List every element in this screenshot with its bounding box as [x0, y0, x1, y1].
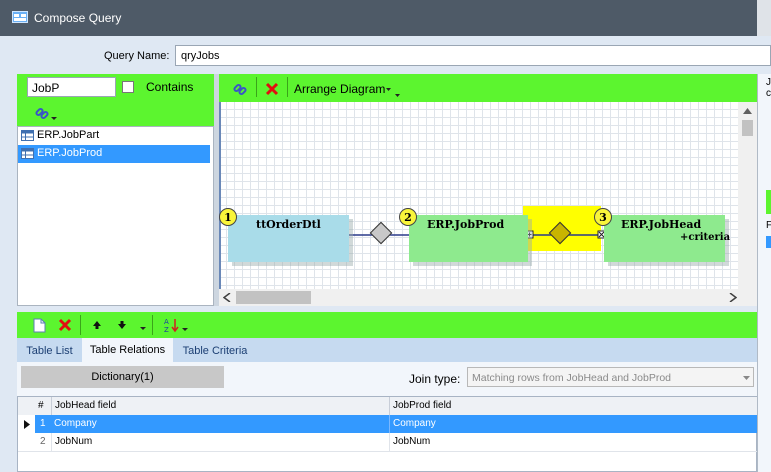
node-title: ERP.JobProd — [427, 218, 505, 231]
tab-label: Table Criteria — [182, 345, 248, 357]
right-panel-selection — [766, 236, 771, 248]
table-icon — [21, 148, 34, 159]
arrow-down-icon — [118, 321, 126, 329]
node-number-badge: 1 — [219, 208, 237, 226]
node-criteria-label: +criteria — [680, 232, 731, 243]
table-row[interactable]: 2 JobNum JobNum — [18, 433, 757, 452]
table-node-jobhead[interactable]: ERP.JobHead +criteria — [604, 215, 730, 262]
contains-label: Contains — [146, 80, 194, 94]
link-icon — [233, 83, 247, 96]
scroll-left-icon[interactable] — [223, 293, 231, 302]
dropdown-arrow-icon — [386, 88, 401, 97]
window-icon — [12, 11, 28, 23]
delete-icon — [58, 318, 72, 332]
title-bar: Compose Query — [0, 0, 771, 36]
grid-header-row: # JobHead field JobProd field — [18, 397, 757, 416]
join-type-select[interactable]: Matching rows from JobHead and JobProd — [467, 367, 754, 387]
dropdown-arrow-icon — [182, 328, 188, 331]
row-number: 1 — [35, 415, 51, 433]
query-name-label: Query Name: — [104, 50, 170, 62]
contains-checkbox[interactable] — [122, 81, 134, 93]
link-dropdown-button[interactable] — [29, 103, 63, 123]
window-title: Compose Query — [34, 11, 122, 25]
node-title: ERP.JobHead — [621, 218, 702, 231]
dictionary-button[interactable]: Dictionary(1) — [21, 366, 224, 388]
jobhead-field-cell[interactable]: Company — [51, 415, 389, 433]
table-node-jobprod[interactable]: ERP.JobProd — [409, 215, 528, 262]
new-document-icon — [33, 318, 45, 332]
right-panel-text: J — [766, 77, 771, 88]
arrow-up-icon — [93, 321, 101, 329]
dropdown-arrow-icon — [51, 117, 57, 120]
tab-label: Table Relations — [89, 344, 166, 356]
tab-table-criteria[interactable]: Table Criteria — [175, 340, 255, 362]
list-item-label: ERP.JobProd — [37, 147, 103, 159]
jobhead-field-cell[interactable]: JobNum — [51, 433, 389, 451]
right-panel-text: c — [766, 88, 771, 99]
jobprod-field-cell[interactable]: JobNum — [389, 433, 757, 451]
list-item-label: ERP.JobPart — [37, 129, 100, 141]
node-title: ttOrderDtl — [256, 218, 321, 231]
table-node-ttorderdtl[interactable]: ttOrderDtl — [228, 215, 349, 262]
tab-table-list[interactable]: Table List — [18, 340, 81, 362]
column-header[interactable]: JobHead field — [51, 397, 389, 415]
current-row-icon — [24, 420, 30, 429]
table-search-value: JobP — [32, 81, 60, 95]
list-item[interactable]: ERP.JobProd — [18, 145, 210, 163]
table-search-input[interactable]: JobP — [27, 77, 116, 97]
move-down-button[interactable] — [112, 315, 132, 335]
row-indicator — [18, 415, 35, 433]
dropdown-arrow-icon[interactable] — [140, 327, 146, 331]
scroll-up-icon[interactable] — [743, 108, 752, 114]
row-number: 2 — [40, 436, 46, 447]
diagram-vertical-scrollbar[interactable] — [738, 102, 757, 289]
add-link-button[interactable] — [226, 78, 254, 100]
join-type-label: Join type: — [409, 372, 461, 386]
dictionary-label: Dictionary(1) — [91, 371, 154, 383]
window-edge — [757, 0, 771, 36]
sort-button[interactable]: A Z — [160, 315, 192, 335]
tab-label: Table List — [26, 345, 73, 357]
right-properties-panel: J c F — [757, 74, 771, 472]
chevron-down-icon — [743, 376, 750, 380]
list-item[interactable]: ERP.JobPart — [18, 127, 213, 145]
scroll-right-icon[interactable] — [729, 293, 737, 302]
query-name-input[interactable]: qryJobs — [175, 45, 771, 66]
link-icon — [35, 107, 49, 120]
query-name-value: qryJobs — [181, 50, 220, 62]
node-number-badge: 3 — [594, 208, 612, 226]
right-panel-text: F — [766, 220, 771, 231]
delete-button[interactable] — [260, 78, 284, 100]
sort-az-icon: A Z — [164, 318, 179, 333]
new-button[interactable] — [29, 315, 49, 335]
arrange-diagram-dropdown[interactable]: Arrange Diagram — [294, 79, 416, 99]
scroll-thumb[interactable] — [742, 120, 753, 136]
right-panel-toolbar — [766, 190, 771, 214]
tab-table-relations[interactable]: Table Relations — [82, 338, 173, 362]
jobprod-field-cell[interactable]: Company — [389, 415, 757, 433]
column-header[interactable]: JobProd field — [389, 397, 757, 415]
column-header[interactable]: # — [18, 397, 51, 415]
scroll-thumb[interactable] — [236, 291, 311, 304]
arrange-diagram-label: Arrange Diagram — [294, 82, 386, 96]
delete-icon — [265, 82, 279, 96]
table-icon — [21, 130, 34, 141]
table-row[interactable]: 1 Company Company — [18, 415, 757, 433]
join-type-value: Matching rows from JobHead and JobProd — [472, 372, 672, 384]
svg-text:Z: Z — [164, 326, 169, 333]
node-number-badge: 2 — [399, 208, 417, 226]
delete-relation-button[interactable] — [54, 315, 76, 335]
diagram-horizontal-scrollbar[interactable] — [219, 289, 757, 306]
move-up-button[interactable] — [87, 315, 107, 335]
svg-text:A: A — [164, 318, 169, 326]
